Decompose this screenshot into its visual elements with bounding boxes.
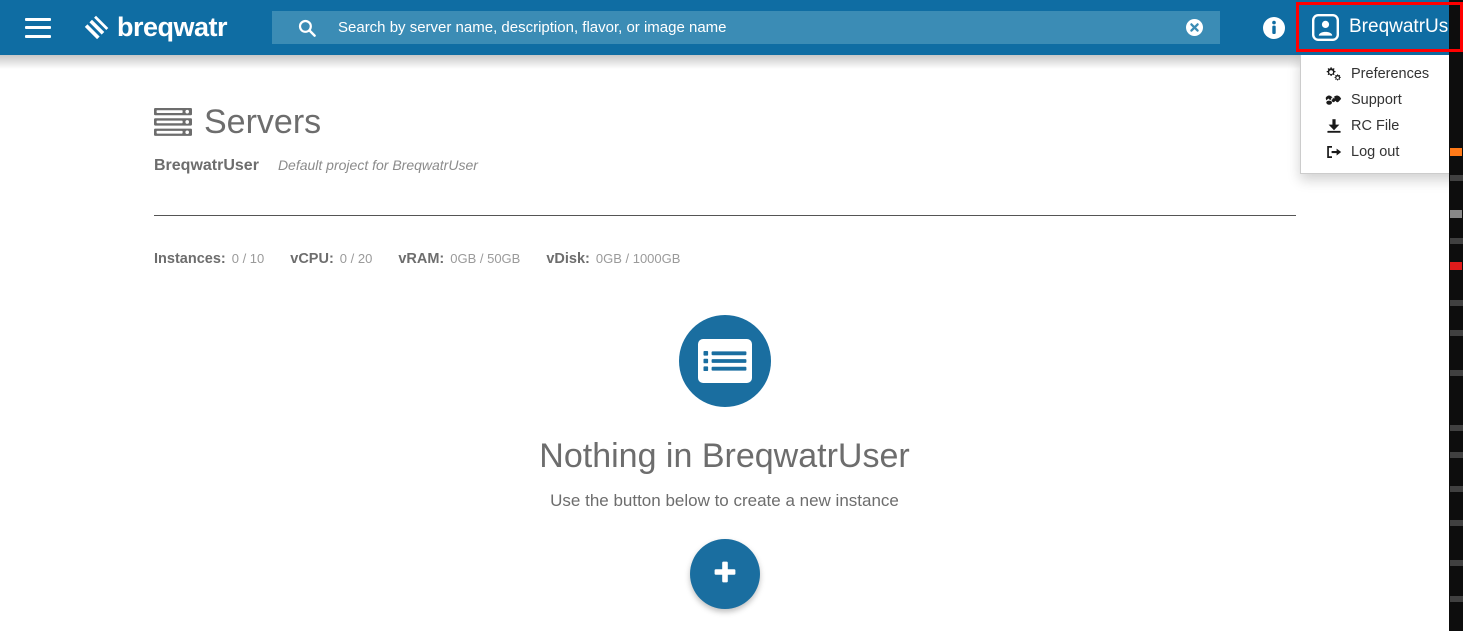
empty-state-subtitle: Use the button below to create a new ins… [550,491,899,510]
gears-icon [1325,66,1342,82]
menu-item-rc-file[interactable]: RC File [1301,113,1449,139]
menu-item-label: Log out [1351,144,1400,160]
quota-item-vdisk: vDisk: 0GB / 1000GB [546,251,680,267]
quota-item-vram: vRAM: 0GB / 50GB [398,251,520,267]
breqwatr-logo-icon [80,12,112,43]
brand-name: breqwatr [117,12,228,42]
clear-icon[interactable] [1186,19,1203,36]
empty-state-title: Nothing in BreqwatrUser [539,437,910,475]
menu-item-preferences[interactable]: Preferences [1301,61,1449,87]
menu-item-label: Support [1351,92,1402,108]
server-list-icon [678,315,771,407]
main-content: Servers BreqwatrUser Default project for… [0,55,1449,631]
menu-item-label: Preferences [1351,66,1430,82]
quota-value: 0GB / 50GB [450,251,521,266]
create-instance-button[interactable] [689,539,760,609]
menu-item-support[interactable]: Support [1301,87,1449,113]
brand-logo[interactable]: breqwatr [80,12,228,43]
quota-value: 0GB / 1000GB [595,251,681,266]
quota-label: Instances: [154,251,226,267]
page-title: Servers [204,103,322,141]
handshake-icon [1325,92,1342,108]
search-input[interactable] [338,11,1186,44]
background-window-sliver [1449,0,1463,631]
sign-out-icon [1325,144,1342,160]
quota-value: 0 / 10 [231,251,265,266]
quota-label: vRAM: [398,251,445,267]
plus-icon [712,559,738,590]
page-title-row: Servers [154,105,478,139]
page-header: Servers BreqwatrUser Default project for… [154,105,478,175]
servers-icon [154,107,192,137]
quota-item-instances: Instances: 0 / 10 [154,251,264,267]
user-name-label: BreqwatrUser [1349,16,1449,37]
quota-label: vDisk: [546,251,590,267]
user-menu-button[interactable]: BreqwatrUser [1302,6,1449,48]
quota-summary: Instances: 0 / 10 vCPU: 0 / 20 vRAM: 0GB… [154,251,706,267]
search-icon [298,19,316,37]
top-navbar: breqwatr Search by server name, descript… [0,0,1449,55]
section-divider [154,215,1296,216]
project-row: BreqwatrUser Default project for Breqwat… [154,157,478,175]
application-window: breqwatr Search by server name, descript… [0,0,1449,631]
hamburger-menu-icon[interactable] [25,17,51,38]
user-avatar-icon [1312,13,1340,41]
menu-item-log-out[interactable]: Log out [1301,139,1449,165]
project-name: BreqwatrUser [154,157,259,174]
download-icon [1325,118,1342,134]
quota-value: 0 / 20 [339,251,373,266]
menu-item-label: RC File [1351,118,1400,134]
quota-label: vCPU: [290,251,334,267]
search-bar[interactable] [272,11,1220,44]
quota-item-vcpu: vCPU: 0 / 20 [290,251,372,267]
user-dropdown-menu: Preferences Support RC File Log out [1300,55,1449,174]
info-icon[interactable] [1263,17,1285,39]
empty-state: Nothing in BreqwatrUser Use the button b… [0,315,1449,609]
project-description: Default project for BreqwatrUser [277,157,478,173]
